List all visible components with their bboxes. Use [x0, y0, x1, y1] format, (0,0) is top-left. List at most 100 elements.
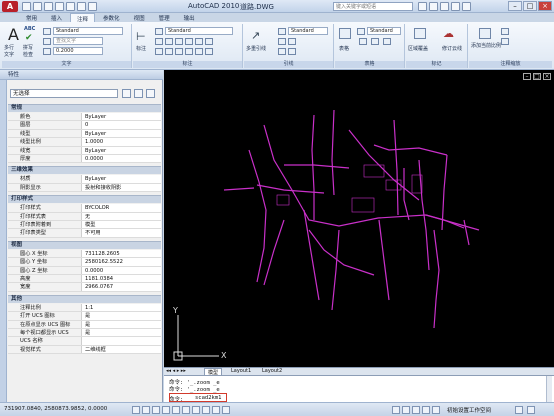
property-value[interactable]: 是 [82, 320, 161, 328]
spell-check-label[interactable]: 拼写 [23, 44, 33, 51]
dimension-style-select[interactable]: Standard [165, 27, 233, 35]
palette-title[interactable]: 特性 [0, 70, 163, 80]
property-value[interactable]: 不可用 [82, 229, 161, 237]
section-plot-style[interactable]: 打印样式 [8, 195, 161, 204]
property-value[interactable]: ByLayer [82, 113, 161, 121]
property-row[interactable]: 打印表附着到 模型 [8, 221, 161, 230]
tab-view[interactable]: 视图 [128, 13, 151, 22]
table-style-select[interactable]: Standard [367, 27, 401, 35]
property-value[interactable]: 1181.0384 [82, 275, 161, 283]
quick-select-icon[interactable] [146, 89, 155, 98]
table-panel-label[interactable]: 表格 [335, 61, 404, 68]
object-snap-icon[interactable] [172, 406, 180, 414]
property-value[interactable]: BYCOLOR [82, 204, 161, 212]
pan-icon[interactable] [412, 406, 420, 414]
help-icon[interactable] [462, 1, 471, 11]
object-snap-tracking-icon[interactable] [182, 406, 190, 414]
annotation-scaling-panel-label[interactable]: 注释缩放 [469, 61, 552, 68]
property-row[interactable]: 宽度 2966.0767 [8, 283, 161, 292]
tab-annotate[interactable]: 注释 [70, 13, 96, 23]
polar-tracking-icon[interactable] [162, 406, 170, 414]
zoom-icon[interactable] [422, 406, 430, 414]
steering-wheel-icon[interactable] [432, 406, 440, 414]
dropdown-icon[interactable] [88, 1, 97, 11]
multiline-text-label2[interactable]: 文字 [4, 51, 14, 58]
tab-insert[interactable]: 插入 [45, 13, 68, 22]
section-general[interactable]: 常规 [8, 104, 161, 112]
text-panel-label[interactable]: 文字 [2, 61, 131, 68]
jogged-linear-icon[interactable] [175, 48, 183, 55]
property-row[interactable]: 在原点显示 UCS 图标是 [8, 320, 161, 329]
property-row[interactable]: 圆心 Y 坐标 2580162.5522 [8, 258, 161, 267]
markup-panel-label[interactable]: 标记 [406, 61, 467, 68]
tab-layout2[interactable]: Layout2 [259, 368, 285, 374]
property-row[interactable]: 线宽 ByLayer [8, 146, 161, 155]
inspect-icon[interactable] [165, 48, 173, 55]
clean-screen-icon[interactable] [527, 406, 535, 414]
multileader-icon[interactable]: ↗ [251, 29, 260, 42]
section-3d-effects[interactable]: 三维效果 [8, 166, 161, 175]
sync-scale-icon[interactable] [501, 38, 509, 45]
multiline-text-label[interactable]: 多行 [4, 44, 14, 51]
property-row[interactable]: 注释比例 1:1 [8, 303, 161, 313]
model-space-icon[interactable] [392, 406, 400, 414]
table-label[interactable]: 表格 [339, 45, 349, 52]
multileader-label[interactable]: 多重引线 [246, 45, 266, 52]
add-current-scale-label[interactable]: 添加当前比例 [471, 42, 501, 49]
spell-check-label2[interactable]: 检查 [23, 51, 33, 58]
open-file-icon[interactable] [33, 1, 42, 11]
tab-output[interactable]: 输出 [178, 13, 201, 22]
viewport-close-icon[interactable]: × [543, 73, 551, 80]
tab-parametric[interactable]: 参数化 [97, 13, 126, 22]
section-misc[interactable]: 其他 [8, 294, 161, 303]
property-row[interactable]: 图层 0 [8, 121, 161, 130]
wipeout-label[interactable]: 区域覆盖 [408, 45, 428, 52]
quick-dim-icon[interactable] [165, 38, 173, 45]
maximize-icon[interactable]: □ [523, 1, 537, 11]
layout-nav-icons[interactable]: ◂◂ ◂ ▸ ▸▸ [166, 368, 186, 374]
grid-display-icon[interactable] [142, 406, 150, 414]
drawing-canvas[interactable]: Y X – □ × [164, 70, 554, 367]
property-row[interactable]: 圆心 X 坐标 731128.2605 [8, 249, 161, 259]
tab-manage[interactable]: 管理 [153, 13, 176, 22]
lineweight-icon[interactable] [212, 406, 220, 414]
find-text-input[interactable]: 查找文字 [53, 37, 103, 45]
property-row[interactable]: 颜色 ByLayer [8, 113, 161, 122]
oblique-icon[interactable] [185, 48, 193, 55]
dimension-panel-label[interactable]: 标注 [133, 61, 242, 68]
select-objects-icon[interactable] [134, 89, 143, 98]
multiline-text-icon[interactable]: A [8, 25, 19, 44]
property-value[interactable]: 0 [82, 121, 161, 129]
property-value[interactable]: 1.0000 [82, 138, 161, 146]
linear-dimension-icon[interactable]: ⊢ [136, 30, 146, 43]
new-file-icon[interactable] [22, 1, 31, 11]
coordinate-readout[interactable]: 731907.0840, 2580873.9852, 0.0000 [4, 406, 107, 412]
collect-leader-icon[interactable] [288, 48, 296, 55]
center-mark-icon[interactable] [155, 48, 163, 55]
property-row[interactable]: 线型比例 1.0000 [8, 138, 161, 147]
viewport-minimize-icon[interactable]: – [523, 73, 531, 80]
application-menu-button[interactable]: A [2, 1, 18, 12]
property-value[interactable]: 2966.0767 [82, 283, 161, 291]
update-icon[interactable] [205, 48, 213, 55]
property-value[interactable]: ByLayer [82, 146, 161, 154]
property-row[interactable]: 线型 ByLayer [8, 129, 161, 139]
wipeout-icon[interactable] [414, 28, 426, 39]
redo-icon[interactable] [66, 1, 75, 11]
toggle-pickadd-icon[interactable] [122, 89, 131, 98]
extract-data-icon[interactable] [371, 38, 379, 45]
leader-panel-label[interactable]: 引线 [244, 61, 333, 68]
property-row[interactable]: 打印样式 BYCOLOR [8, 204, 161, 213]
dynamic-input-icon[interactable] [202, 406, 210, 414]
tab-layout1[interactable]: Layout1 [228, 368, 254, 374]
minimize-icon[interactable]: – [508, 1, 522, 11]
property-value[interactable]: ByLayer [82, 129, 161, 138]
quick-properties-icon[interactable] [222, 406, 230, 414]
property-row[interactable]: 材质 ByLayer [8, 175, 161, 184]
property-value[interactable]: 2580162.5522 [82, 258, 161, 266]
lock-icon[interactable] [515, 406, 523, 414]
ortho-mode-icon[interactable] [152, 406, 160, 414]
viewport-restore-icon[interactable]: □ [533, 73, 541, 80]
remove-leader-icon[interactable] [288, 38, 296, 45]
workspace-switch[interactable]: 初始设置工作空间 [447, 406, 491, 414]
